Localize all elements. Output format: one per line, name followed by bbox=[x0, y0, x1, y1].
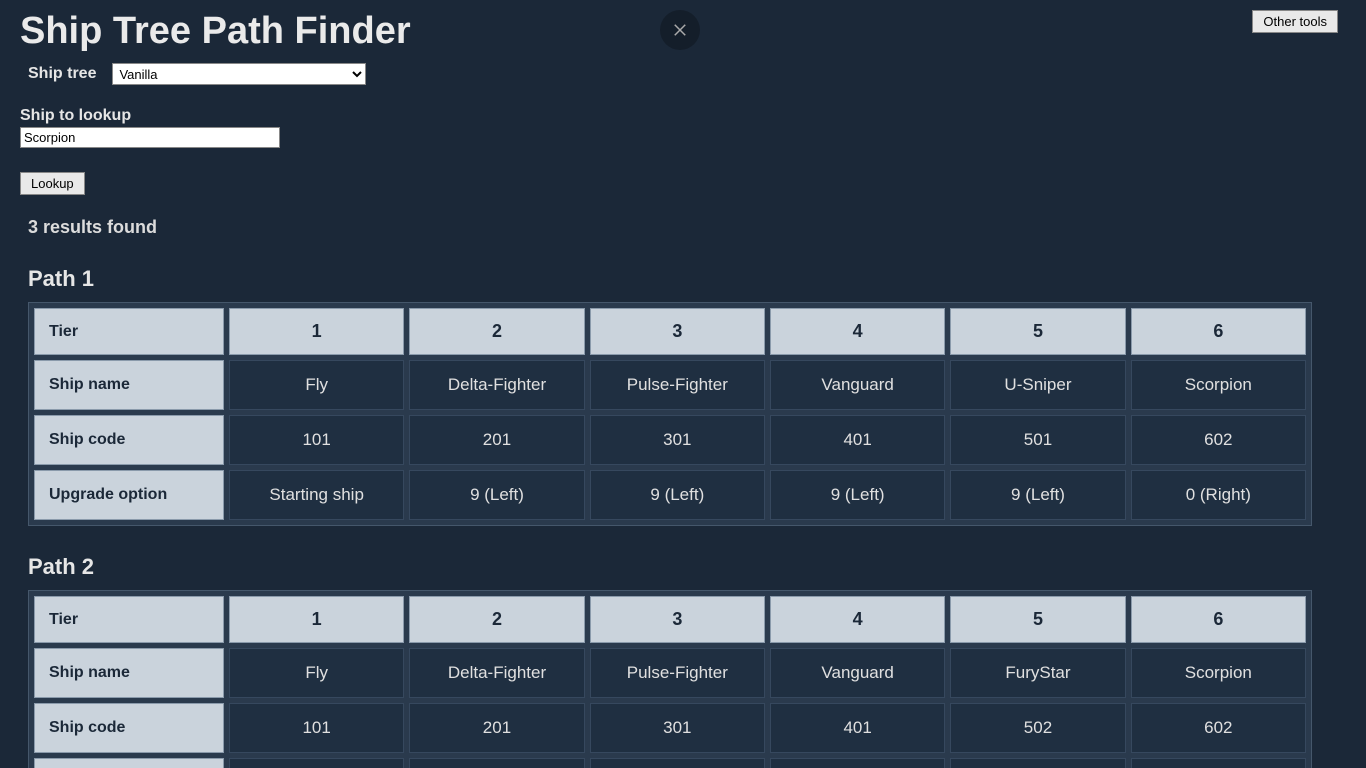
upgrade-cell: 9 (Left) bbox=[770, 470, 945, 520]
upgrade-cell: 9 (Left) bbox=[409, 470, 584, 520]
ship-name-cell: Pulse-Fighter bbox=[590, 360, 765, 410]
ship-name-cell: Delta-Fighter bbox=[409, 360, 584, 410]
ship-code-cell: 301 bbox=[590, 703, 765, 753]
ship-code-cell: 502 bbox=[950, 703, 1125, 753]
ship-code-cell: 602 bbox=[1131, 703, 1306, 753]
upgrade-cell: 9 (Left) bbox=[770, 758, 945, 768]
ship-name-cell: Vanguard bbox=[770, 648, 945, 698]
other-tools-button[interactable]: Other tools bbox=[1252, 10, 1338, 33]
tier-col: 2 bbox=[409, 308, 584, 355]
tier-col: 3 bbox=[590, 596, 765, 643]
results-count: 3 results found bbox=[28, 217, 1366, 238]
ship-tree-label: Ship tree bbox=[28, 65, 96, 83]
tier-col: 1 bbox=[229, 596, 404, 643]
path-table-2: Tier 1 2 3 4 5 6 Ship name Fly Delta-Fig… bbox=[28, 590, 1312, 768]
rowlabel-code: Ship code bbox=[34, 703, 224, 753]
upgrade-cell: 9 (Left) bbox=[590, 758, 765, 768]
ship-code-cell: 101 bbox=[229, 415, 404, 465]
rowlabel-tier: Tier bbox=[34, 596, 224, 643]
upgrade-cell: 9 (Left) bbox=[1131, 758, 1306, 768]
ship-code-cell: 201 bbox=[409, 703, 584, 753]
tier-col: 5 bbox=[950, 308, 1125, 355]
ship-code-cell: 101 bbox=[229, 703, 404, 753]
ship-code-cell: 201 bbox=[409, 415, 584, 465]
tier-col: 6 bbox=[1131, 596, 1306, 643]
ship-lookup-input[interactable] bbox=[20, 127, 280, 148]
tier-col: 1 bbox=[229, 308, 404, 355]
upgrade-cell: 9 (Left) bbox=[950, 470, 1125, 520]
ship-name-cell: Delta-Fighter bbox=[409, 648, 584, 698]
ship-name-cell: Fly bbox=[229, 360, 404, 410]
ship-lookup-label: Ship to lookup bbox=[20, 107, 1366, 125]
upgrade-cell: 0 (Right) bbox=[950, 758, 1125, 768]
path-heading-2: Path 2 bbox=[28, 554, 1366, 580]
path-table-1: Tier 1 2 3 4 5 6 Ship name Fly Delta-Fig… bbox=[28, 302, 1312, 526]
tier-col: 6 bbox=[1131, 308, 1306, 355]
rowlabel-tier: Tier bbox=[34, 308, 224, 355]
rowlabel-code: Ship code bbox=[34, 415, 224, 465]
ship-tree-select[interactable]: Vanilla bbox=[112, 63, 366, 85]
lookup-button[interactable]: Lookup bbox=[20, 172, 85, 195]
ship-name-cell: Vanguard bbox=[770, 360, 945, 410]
ship-name-cell: Scorpion bbox=[1131, 648, 1306, 698]
upgrade-cell: 0 (Right) bbox=[1131, 470, 1306, 520]
ship-code-cell: 401 bbox=[770, 415, 945, 465]
tier-col: 2 bbox=[409, 596, 584, 643]
tier-col: 3 bbox=[590, 308, 765, 355]
rowlabel-name: Ship name bbox=[34, 648, 224, 698]
tier-col: 4 bbox=[770, 308, 945, 355]
ship-code-cell: 301 bbox=[590, 415, 765, 465]
ship-code-cell: 401 bbox=[770, 703, 945, 753]
ship-code-cell: 501 bbox=[950, 415, 1125, 465]
ship-name-cell: Pulse-Fighter bbox=[590, 648, 765, 698]
ship-name-cell: FuryStar bbox=[950, 648, 1125, 698]
close-icon bbox=[671, 21, 689, 39]
rowlabel-upgrade: Upgrade option bbox=[34, 758, 224, 768]
upgrade-cell: Starting ship bbox=[229, 758, 404, 768]
rowlabel-name: Ship name bbox=[34, 360, 224, 410]
upgrade-cell: 9 (Left) bbox=[409, 758, 584, 768]
upgrade-cell: 9 (Left) bbox=[590, 470, 765, 520]
ship-name-cell: Fly bbox=[229, 648, 404, 698]
ship-name-cell: U-Sniper bbox=[950, 360, 1125, 410]
upgrade-cell: Starting ship bbox=[229, 470, 404, 520]
rowlabel-upgrade: Upgrade option bbox=[34, 470, 224, 520]
ship-code-cell: 602 bbox=[1131, 415, 1306, 465]
tier-col: 5 bbox=[950, 596, 1125, 643]
ship-name-cell: Scorpion bbox=[1131, 360, 1306, 410]
path-heading-1: Path 1 bbox=[28, 266, 1366, 292]
tier-col: 4 bbox=[770, 596, 945, 643]
close-icon-button[interactable] bbox=[660, 10, 700, 50]
